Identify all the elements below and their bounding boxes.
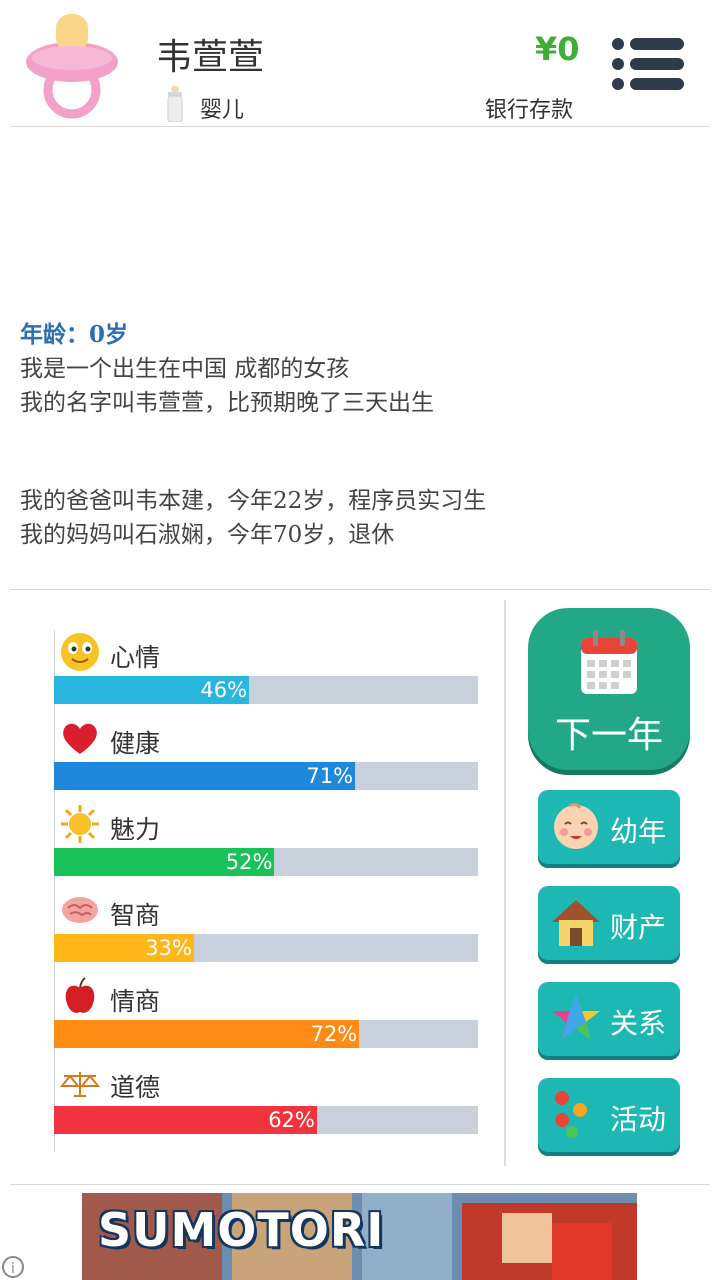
brain-icon bbox=[62, 897, 98, 923]
header-divider bbox=[10, 126, 710, 127]
stat-percent: 71% bbox=[306, 764, 354, 788]
stat-track: 71% bbox=[54, 762, 478, 790]
scale-icon bbox=[60, 1072, 100, 1097]
section-divider bbox=[10, 589, 710, 590]
story-line: 我的爸爸叫韦本建，今年22岁，程序员实习生 bbox=[20, 488, 487, 514]
stat-iq: 智商 33% bbox=[54, 888, 478, 974]
baby-bottle-icon bbox=[167, 86, 183, 122]
stat-fill: 33% bbox=[54, 934, 194, 962]
sun-icon bbox=[61, 805, 99, 843]
ad-banner[interactable]: SUMOTORI bbox=[82, 1193, 637, 1280]
childhood-label: 幼年 bbox=[610, 815, 667, 848]
stat-percent: 52% bbox=[225, 850, 273, 874]
stat-mood: 心情 46% bbox=[54, 630, 478, 716]
stat-fill: 46% bbox=[54, 676, 250, 704]
house-icon bbox=[552, 900, 600, 946]
pacifier-icon bbox=[26, 14, 118, 119]
stat-percent: 62% bbox=[268, 1108, 315, 1132]
footer-divider bbox=[10, 1184, 710, 1185]
stat-label: 心情 bbox=[110, 643, 161, 672]
stat-charm: 魅力 52% bbox=[54, 802, 478, 888]
header: 韦萱萱 婴儿 ¥0 银行存款 bbox=[0, 0, 720, 126]
stat-percent: 46% bbox=[200, 678, 248, 702]
bank-balance: ¥0 bbox=[535, 30, 580, 68]
stat-health: 健康 71% bbox=[54, 716, 478, 802]
stat-track: 52% bbox=[54, 848, 478, 876]
stat-label: 道德 bbox=[110, 1073, 161, 1102]
next-year-label: 下一年 bbox=[554, 715, 663, 756]
stat-track: 46% bbox=[54, 676, 478, 704]
smiley-icon bbox=[61, 633, 99, 671]
next-year-button[interactable]: 下一年 bbox=[528, 608, 690, 770]
bank-label: 银行存款 bbox=[485, 98, 574, 123]
ad-info-icon[interactable]: i bbox=[2, 1256, 24, 1278]
activities-label: 活动 bbox=[610, 1103, 667, 1136]
star-icon bbox=[552, 994, 600, 1040]
property-button[interactable]: 财产 bbox=[538, 886, 680, 960]
stat-eq: 情商 72% bbox=[54, 974, 478, 1060]
stat-label: 智商 bbox=[110, 901, 161, 930]
apple-icon bbox=[65, 977, 95, 1013]
story-line: 我是一个出生在中国 成都的女孩 bbox=[20, 356, 350, 382]
stat-fill: 52% bbox=[54, 848, 275, 876]
life-story: 年龄：0岁 我是一个出生在中国 成都的女孩 我的名字叫韦萱萱，比预期晚了三天出生… bbox=[20, 318, 700, 552]
baby-face-icon bbox=[554, 802, 598, 849]
childhood-button[interactable]: 幼年 bbox=[538, 790, 680, 864]
stat-track: 33% bbox=[54, 934, 478, 962]
heart-icon bbox=[63, 723, 97, 754]
stat-percent: 33% bbox=[145, 936, 192, 960]
menu-icon[interactable] bbox=[608, 36, 686, 92]
ad-title: SUMOTORI bbox=[98, 1203, 385, 1257]
relations-label: 关系 bbox=[610, 1007, 667, 1040]
stat-morality: 道德 62% bbox=[54, 1060, 478, 1146]
calendar-icon bbox=[581, 630, 637, 694]
stat-label: 情商 bbox=[110, 987, 161, 1016]
stat-track: 62% bbox=[54, 1106, 478, 1134]
stat-percent: 72% bbox=[310, 1022, 358, 1046]
stat-fill: 62% bbox=[54, 1106, 317, 1134]
story-line: 我的妈妈叫石淑娴，今年70岁，退休 bbox=[20, 522, 395, 548]
character-name: 韦萱萱 bbox=[156, 37, 265, 78]
life-stage-label: 婴儿 bbox=[200, 98, 245, 123]
stat-fill: 72% bbox=[54, 1020, 360, 1048]
story-line: 我的名字叫韦萱萱，比预期晚了三天出生 bbox=[20, 390, 434, 416]
stat-fill: 71% bbox=[54, 762, 356, 790]
age-line: 年龄：0岁 bbox=[20, 321, 129, 348]
activities-button[interactable]: 活动 bbox=[538, 1078, 680, 1152]
stat-label: 健康 bbox=[110, 729, 161, 758]
activity-dots-icon bbox=[555, 1091, 587, 1138]
property-label: 财产 bbox=[610, 911, 667, 944]
stat-label: 魅力 bbox=[110, 815, 161, 844]
stat-track: 72% bbox=[54, 1020, 478, 1048]
column-divider bbox=[504, 600, 506, 1166]
relations-button[interactable]: 关系 bbox=[538, 982, 680, 1056]
